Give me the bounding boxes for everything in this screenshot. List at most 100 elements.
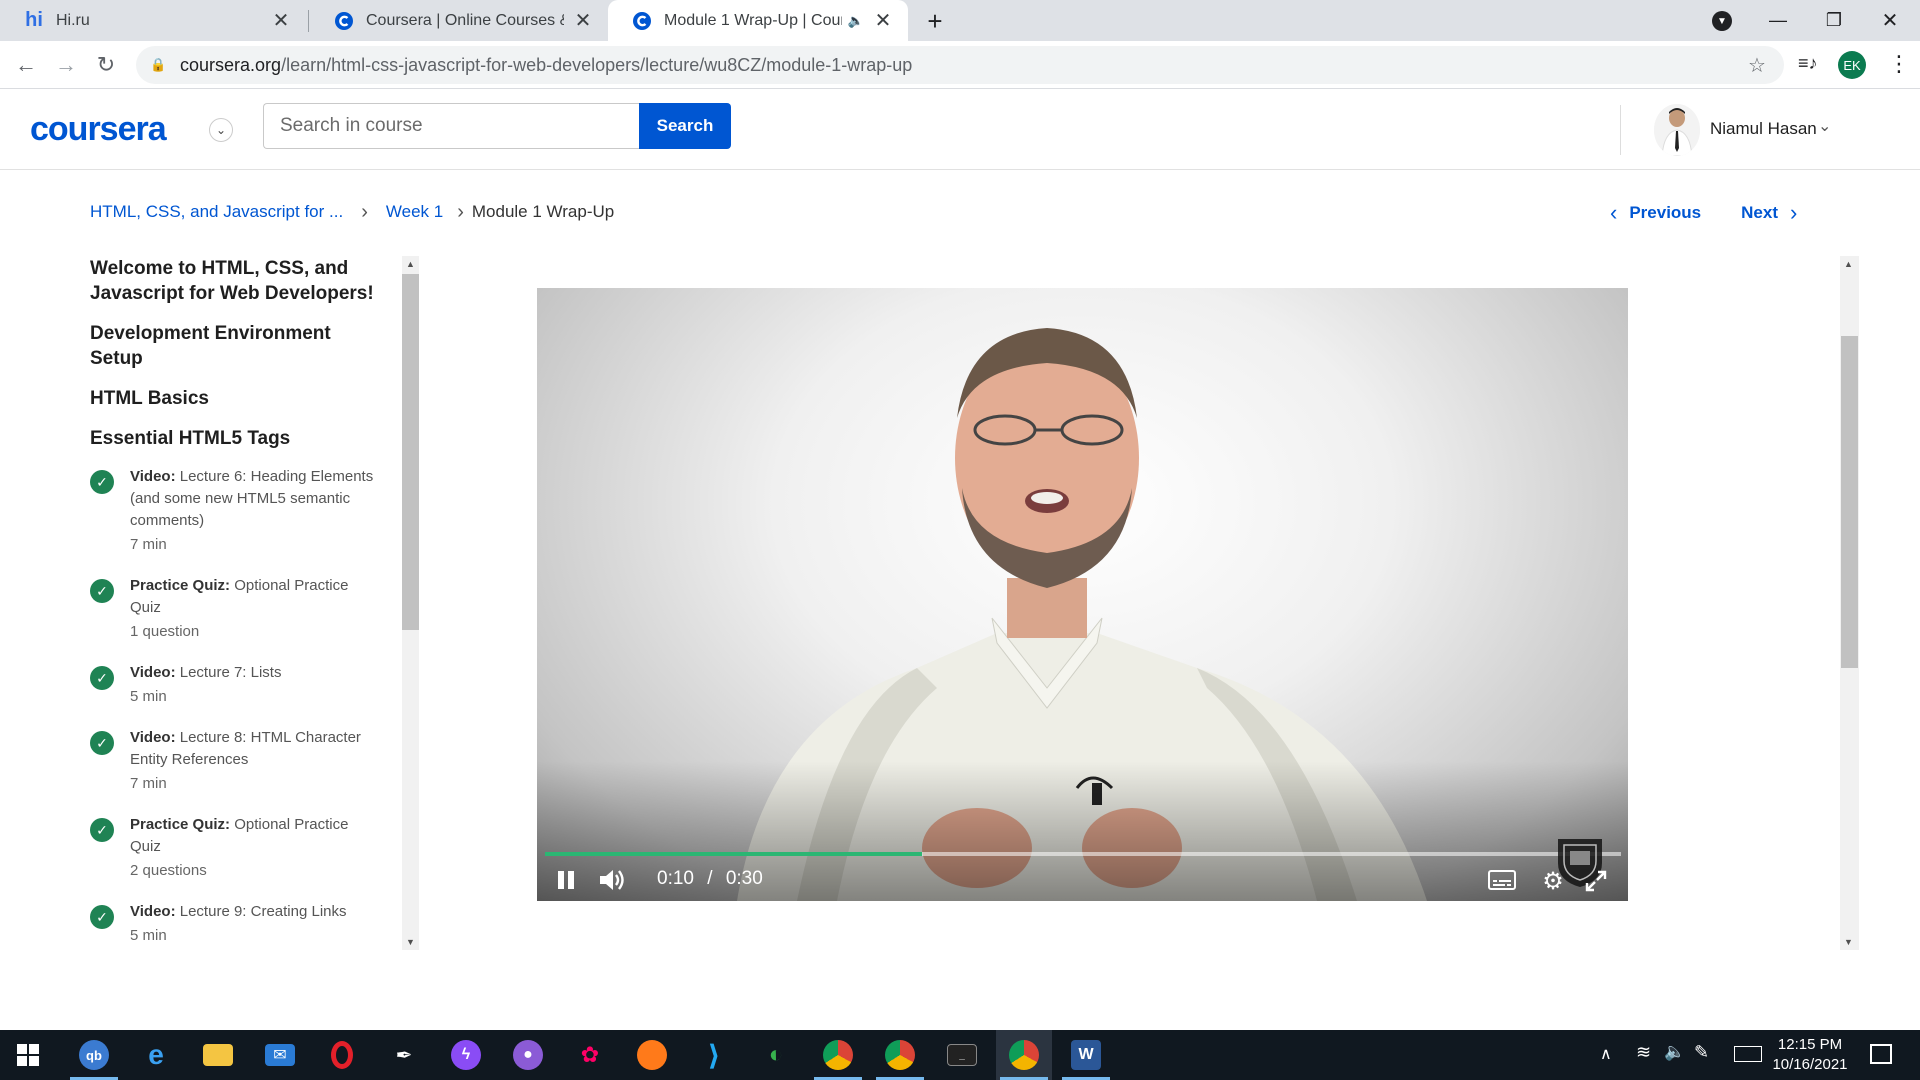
vscode-icon[interactable]: ⟩ [686,1030,742,1080]
forward-arrow-icon[interactable]: → [48,47,84,83]
section-dev-environment[interactable]: Development Environment Setup [90,321,380,371]
time-separator: / [707,868,713,889]
coursera-logo[interactable]: coursera [30,110,167,149]
paint-app-icon[interactable]: ✿ [562,1030,618,1080]
scroll-down-icon[interactable]: ▼ [1840,934,1857,950]
item-meta: 1 question [130,623,200,640]
tab-module-wrap-up[interactable]: Module 1 Wrap-Up | Coursera 🔈 ✕ [608,0,908,41]
settings-gear-icon[interactable]: ⚙ [1539,868,1567,895]
user-name[interactable]: Niamul Hasan [1710,119,1817,139]
breadcrumb-course-link[interactable]: HTML, CSS, and Javascript for ... [90,202,343,222]
terminal-icon[interactable]: _ [934,1030,990,1080]
profile-avatar[interactable]: EK [1838,51,1866,79]
chevron-up-icon[interactable]: ∧ [1600,1044,1612,1064]
video-progress-bar[interactable] [545,852,1621,856]
browser-toolbar: ← → ↻ 🔒 coursera.org/learn/html-css-java… [0,41,1920,89]
chrome-ek-icon[interactable] [996,1030,1052,1080]
list-item[interactable]: ✓ Video: Lecture 6: Heading Elements (an… [90,466,380,556]
mail-icon[interactable]: ✉ [252,1030,308,1080]
next-button[interactable]: Next [1741,203,1778,223]
sidebar-scrollbar[interactable]: ▲ ▼ [402,256,419,950]
header-divider [1620,105,1621,155]
word-icon[interactable]: W [1058,1030,1114,1080]
pause-icon[interactable] [555,868,577,892]
list-item[interactable]: ✓ Video: Lecture 9: Creating Links 5 min [90,901,380,947]
completed-check-icon: ✓ [90,818,114,842]
tab-title: Hi.ru [56,11,90,29]
volume-tray-icon[interactable]: 🔈 [1664,1042,1685,1062]
windows-start-icon[interactable] [0,1030,56,1080]
url-host: coursera.org [180,54,282,75]
close-icon[interactable]: ✕ [572,8,594,33]
tab-hi-ru[interactable]: hi Hi.ru ✕ [0,0,306,41]
bookmark-star-icon[interactable]: ☆ [1748,53,1766,78]
user-avatar[interactable] [1654,104,1700,156]
window-close-icon[interactable]: ✕ [1862,0,1918,41]
fullscreen-icon[interactable] [1583,868,1609,894]
completed-check-icon: ✓ [90,579,114,603]
firefox-icon[interactable] [624,1030,680,1080]
restore-icon[interactable]: ❐ [1806,0,1862,41]
chevron-right-icon[interactable]: › [1790,200,1797,226]
previous-button[interactable]: Previous [1629,203,1701,223]
search-input[interactable] [263,103,639,149]
back-arrow-icon[interactable]: ← [8,47,44,83]
tab-coursera-home[interactable]: Coursera | Online Courses & Credentials … [310,0,608,41]
new-tab-plus-icon[interactable]: + [920,6,950,36]
chrome-icon[interactable] [810,1030,866,1080]
opera-icon[interactable] [314,1030,370,1080]
scrollbar-thumb[interactable] [402,274,419,630]
keyboard-icon[interactable] [1734,1046,1762,1062]
hi-ru-favicon-icon: hi [25,9,43,31]
list-item[interactable]: ✓ Practice Quiz: Optional Practice Quiz … [90,575,380,643]
close-icon[interactable]: ✕ [270,8,292,33]
scrollbar-thumb[interactable] [1841,336,1858,668]
taskbar-clock[interactable]: 12:15 PM 10/16/2021 [1762,1035,1858,1075]
audio-playing-icon[interactable]: 🔈 [848,13,864,29]
address-bar[interactable]: 🔒 coursera.org/learn/html-css-javascript… [136,46,1784,84]
reload-icon[interactable]: ↻ [88,47,124,83]
list-item[interactable]: ✓ Video: Lecture 7: Lists 5 min [90,662,380,708]
item-type: Video: [130,664,176,681]
scroll-up-icon[interactable]: ▲ [1840,256,1857,272]
volume-icon[interactable] [597,866,627,894]
section-html-basics[interactable]: HTML Basics [90,386,380,411]
list-item[interactable]: ✓ Video: Lecture 8: HTML Character Entit… [90,727,380,795]
breadcrumb-week-link[interactable]: Week 1 [386,202,443,222]
chevron-left-icon[interactable]: ‹ [1610,200,1617,226]
tab-search-icon[interactable]: ▼ [1712,11,1732,31]
scroll-down-icon[interactable]: ▼ [402,934,419,950]
scroll-up-icon[interactable]: ▲ [402,256,419,272]
wifi-icon[interactable]: ≋ [1636,1042,1651,1063]
github-desktop-icon[interactable]: ● [500,1030,556,1080]
edge-icon[interactable]: e [128,1030,184,1080]
close-icon[interactable]: ✕ [872,8,894,33]
item-title: Lecture 9: Creating Links [179,903,347,920]
browser-tab-strip: hi Hi.ru ✕ Coursera | Online Courses & C… [0,0,1920,41]
qbittorrent-icon[interactable]: qb [66,1030,122,1080]
file-explorer-icon[interactable] [190,1030,246,1080]
messenger-icon[interactable]: ϟ [438,1030,494,1080]
page-scrollbar[interactable]: ▲ ▼ [1840,256,1859,950]
chevron-down-icon[interactable]: ⌄ [1818,116,1831,136]
maps-app-icon[interactable]: ◐ [748,1030,804,1080]
item-meta: 7 min [130,536,167,553]
tab-title: Module 1 Wrap-Up | Coursera [664,11,842,29]
media-control-icon[interactable]: ≡♪ [1798,53,1818,74]
more-menu-icon[interactable]: ⋮ [1888,51,1910,77]
video-time-display: 0:10 / 0:30 [657,868,763,890]
inkscape-icon[interactable]: ✒ [376,1030,432,1080]
item-meta: 5 min [130,927,167,944]
section-welcome[interactable]: Welcome to HTML, CSS, and Javascript for… [90,256,380,306]
search-button[interactable]: Search [639,103,731,149]
section-essential-html5-tags[interactable]: Essential HTML5 Tags [90,426,380,451]
video-player[interactable]: 0:10 / 0:30 ⚙ [537,288,1628,901]
chrome-profile-icon[interactable] [872,1030,928,1080]
list-item[interactable]: ✓ Practice Quiz: Optional Practice Quiz … [90,814,380,882]
minimize-icon[interactable]: ― [1750,0,1806,41]
chevron-down-icon[interactable]: ⌄ [209,118,233,142]
clock-time: 12:15 PM [1777,1036,1843,1053]
notifications-icon[interactable] [1870,1044,1892,1064]
captions-icon[interactable] [1487,868,1517,892]
pen-icon[interactable]: ✎ [1694,1042,1709,1063]
